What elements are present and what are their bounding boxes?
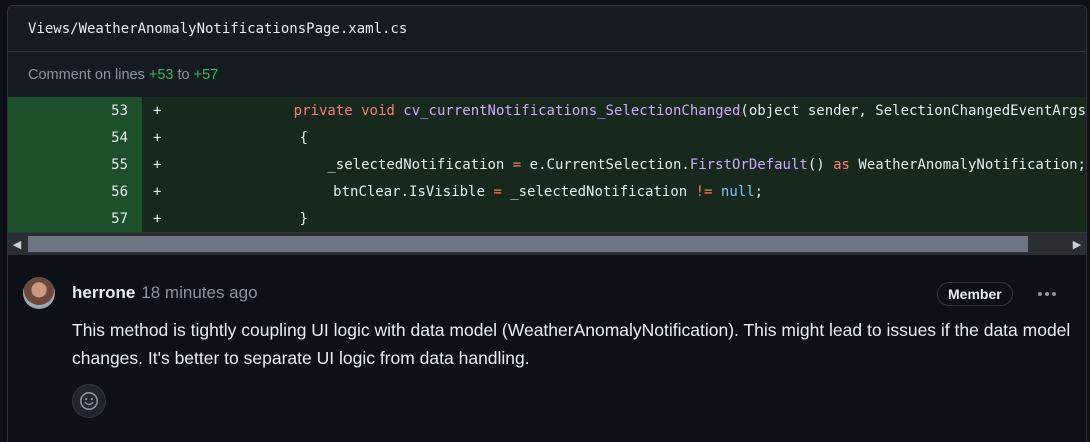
code-text: e.CurrentSelection. <box>521 156 690 173</box>
comment-header: herrone 18 minutes ago <box>72 283 258 303</box>
code-line: + { <box>142 124 1086 151</box>
range-joiner: to <box>177 66 190 83</box>
constant-token: null <box>720 183 755 200</box>
code-line: + btnClear.IsVisible = _selectedNotifica… <box>142 178 1086 205</box>
avatar[interactable] <box>23 277 55 309</box>
diff-line: 56 + btnClear.IsVisible = _selectedNotif… <box>8 178 1086 205</box>
horizontal-scrollbar[interactable]: ◀ ▶ <box>8 232 1086 255</box>
code-text: { <box>299 129 308 146</box>
diff-marker: + <box>153 102 162 119</box>
function-token: cv_currentNotifications_SelectionChanged <box>403 102 741 119</box>
line-number[interactable]: 56 <box>8 178 142 205</box>
diff-marker: + <box>153 129 162 146</box>
triangle-right-icon[interactable]: ▶ <box>1068 233 1086 255</box>
range-start-line: +53 <box>148 66 174 83</box>
code-line: + } <box>142 205 1086 232</box>
code-text: _selectedNotification <box>327 156 513 173</box>
diff-line: 55 + _selectedNotification = e.CurrentSe… <box>8 151 1086 178</box>
review-comment-panel: Views/WeatherAnomalyNotificationsPage.xa… <box>7 5 1087 442</box>
code-text: WeatherAnomalyNotification; <box>849 156 1086 173</box>
line-number[interactable]: 57 <box>8 205 142 232</box>
scrollbar-thumb[interactable] <box>28 236 1028 252</box>
timestamp-link[interactable]: 18 minutes ago <box>141 283 257 303</box>
triangle-left-icon[interactable]: ◀ <box>8 233 26 255</box>
operator-token: = <box>512 156 522 173</box>
diff-hunk: 53 + private void cv_currentNotification… <box>8 97 1086 232</box>
operator-token: = <box>493 183 502 200</box>
kebab-horizontal-icon[interactable] <box>1034 283 1060 305</box>
line-number[interactable]: 54 <box>8 124 142 151</box>
smiley-icon <box>80 392 98 410</box>
code-text: _selectedNotification <box>501 183 696 200</box>
keyword-token: void <box>361 102 395 119</box>
operator-token: != <box>695 183 713 200</box>
diff-line: 53 + private void cv_currentNotification… <box>8 97 1086 124</box>
file-path-link[interactable]: Views/WeatherAnomalyNotificationsPage.xa… <box>28 21 407 37</box>
code-text: } <box>299 210 308 227</box>
diff-marker: + <box>153 156 162 173</box>
comment-range-prefix: Comment on lines <box>28 66 145 83</box>
diff-marker: + <box>153 210 162 227</box>
comment: herrone 18 minutes ago Member This metho… <box>8 255 1086 418</box>
keyword-token: private <box>293 102 353 119</box>
comment-body: This method is tightly coupling UI logic… <box>72 320 1071 368</box>
comment-range-label: Comment on lines +53 to +57 <box>8 52 1086 97</box>
code-text: () <box>807 156 834 173</box>
member-badge: Member <box>937 282 1013 306</box>
code-line: + private void cv_currentNotifications_S… <box>142 97 1086 124</box>
code-text: (object sender, SelectionChangedEventArg… <box>740 102 1086 119</box>
function-token: FirstOrDefault <box>689 156 808 173</box>
code-text: ; <box>754 183 764 200</box>
code-line: + _selectedNotification = e.CurrentSelec… <box>142 151 1086 178</box>
code-text: btnClear.IsVisible <box>333 183 494 200</box>
range-end-line: +57 <box>193 66 219 83</box>
author-link[interactable]: herrone <box>72 283 135 303</box>
file-header: Views/WeatherAnomalyNotificationsPage.xa… <box>8 6 1086 52</box>
add-reaction-button[interactable] <box>72 384 106 418</box>
keyword-token: as <box>833 156 850 173</box>
diff-line: 57 + } <box>8 205 1086 232</box>
line-number[interactable]: 55 <box>8 151 142 178</box>
line-number[interactable]: 53 <box>8 97 142 124</box>
diff-marker: + <box>153 183 162 200</box>
diff-line: 54 + { <box>8 124 1086 151</box>
